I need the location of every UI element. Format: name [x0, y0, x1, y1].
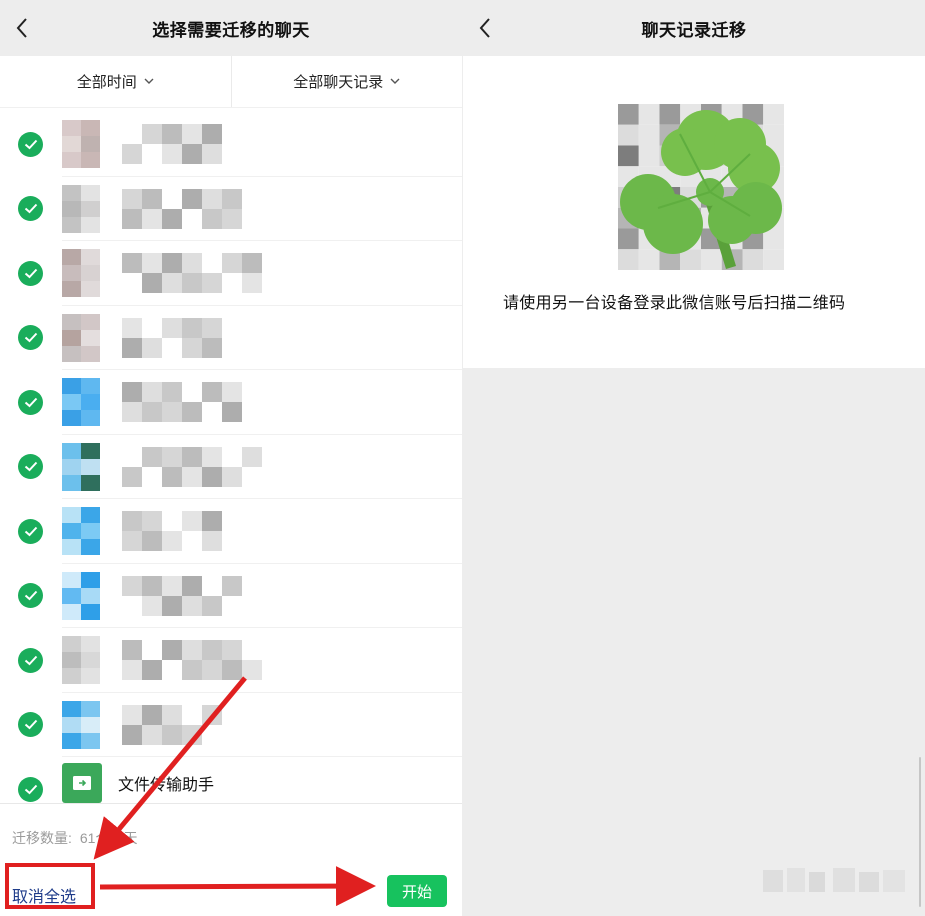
- right-header: 聊天记录迁移: [463, 0, 925, 56]
- start-button[interactable]: 开始: [387, 875, 447, 907]
- blurred-avatar: [62, 442, 100, 491]
- blurred-watermark: [763, 868, 905, 892]
- selected-check-icon[interactable]: [18, 325, 43, 351]
- list-item[interactable]: [0, 370, 462, 435]
- selected-check-icon[interactable]: [18, 131, 43, 157]
- chat-selection-panel: 选择需要迁移的聊天 全部时间 全部聊天记录 文件传输助手 迁移数量: 61个聊天 …: [0, 0, 462, 916]
- chevron-down-icon: [144, 78, 154, 84]
- page-title: 聊天记录迁移: [641, 20, 747, 40]
- list-item[interactable]: [0, 112, 462, 177]
- selected-check-icon[interactable]: [18, 712, 43, 738]
- selected-check-icon[interactable]: [18, 389, 43, 415]
- list-item[interactable]: [0, 435, 462, 500]
- selected-check-icon[interactable]: [18, 518, 43, 544]
- blurred-avatar: [62, 184, 100, 233]
- blurred-avatar: [62, 378, 100, 426]
- blurred-chat-name: [122, 317, 267, 358]
- blurred-chat-name: [122, 124, 267, 164]
- selected-check-icon[interactable]: [18, 454, 43, 480]
- blurred-chat-name: [122, 704, 267, 745]
- migration-panel: 聊天记录迁移 请使用另一台设备登录此微信账号后扫描二维码: [463, 0, 925, 916]
- chat-list: 文件传输助手: [0, 112, 462, 822]
- back-button[interactable]: [10, 14, 34, 42]
- blurred-chat-name: [122, 446, 267, 487]
- blurred-avatar: [62, 313, 100, 362]
- time-filter-label: 全部时间: [76, 74, 137, 91]
- qr-card: 请使用另一台设备登录此微信账号后扫描二维码: [463, 56, 925, 368]
- record-filter-label: 全部聊天记录: [293, 74, 384, 91]
- selected-check-icon[interactable]: [18, 647, 43, 673]
- selected-check-icon[interactable]: [18, 583, 43, 609]
- record-filter-dropdown[interactable]: 全部聊天记录: [230, 56, 463, 107]
- chevron-down-icon: [390, 78, 400, 84]
- blurred-chat-name: [122, 253, 267, 293]
- list-item[interactable]: [0, 693, 462, 758]
- count-value: 61个聊天: [79, 830, 138, 846]
- selected-check-icon[interactable]: [18, 196, 43, 222]
- blurred-chat-name: [122, 575, 267, 616]
- time-filter-dropdown[interactable]: 全部时间: [0, 56, 231, 107]
- back-button[interactable]: [473, 14, 497, 42]
- scan-instruction: 请使用另一台设备登录此微信账号后扫描二维码: [503, 295, 846, 312]
- list-item[interactable]: [0, 177, 462, 242]
- list-item[interactable]: [0, 564, 462, 629]
- qr-code-with-clover: [618, 104, 784, 270]
- blurred-avatar: [62, 120, 100, 168]
- blurred-chat-name: [122, 511, 267, 551]
- left-header: 选择需要迁移的聊天: [0, 0, 462, 56]
- transfer-count: 迁移数量: 61个聊天: [12, 828, 137, 848]
- blurred-chat-name: [122, 382, 267, 422]
- folder-transfer-icon: [62, 763, 102, 803]
- selected-check-icon[interactable]: [18, 260, 43, 286]
- list-item[interactable]: [0, 628, 462, 693]
- blurred-avatar: [62, 700, 100, 749]
- list-item[interactable]: [0, 306, 462, 371]
- page-title: 选择需要迁移的聊天: [152, 20, 310, 40]
- list-item[interactable]: [0, 499, 462, 564]
- highlight-box: [5, 863, 95, 909]
- list-item[interactable]: [0, 241, 462, 306]
- blurred-avatar: [62, 636, 100, 684]
- blurred-chat-name: [122, 188, 267, 229]
- filter-bar: 全部时间 全部聊天记录: [0, 56, 462, 108]
- chevron-left-icon: [16, 18, 27, 38]
- file-transfer-name: 文件传输助手: [118, 777, 215, 794]
- selected-check-icon[interactable]: [18, 776, 43, 802]
- blurred-chat-name: [122, 640, 267, 680]
- blurred-avatar: [62, 571, 100, 620]
- scrollbar[interactable]: [919, 757, 921, 907]
- blurred-avatar: [62, 507, 100, 555]
- chevron-left-icon: [479, 18, 490, 38]
- count-label: 迁移数量:: [12, 830, 72, 846]
- blurred-avatar: [62, 249, 100, 297]
